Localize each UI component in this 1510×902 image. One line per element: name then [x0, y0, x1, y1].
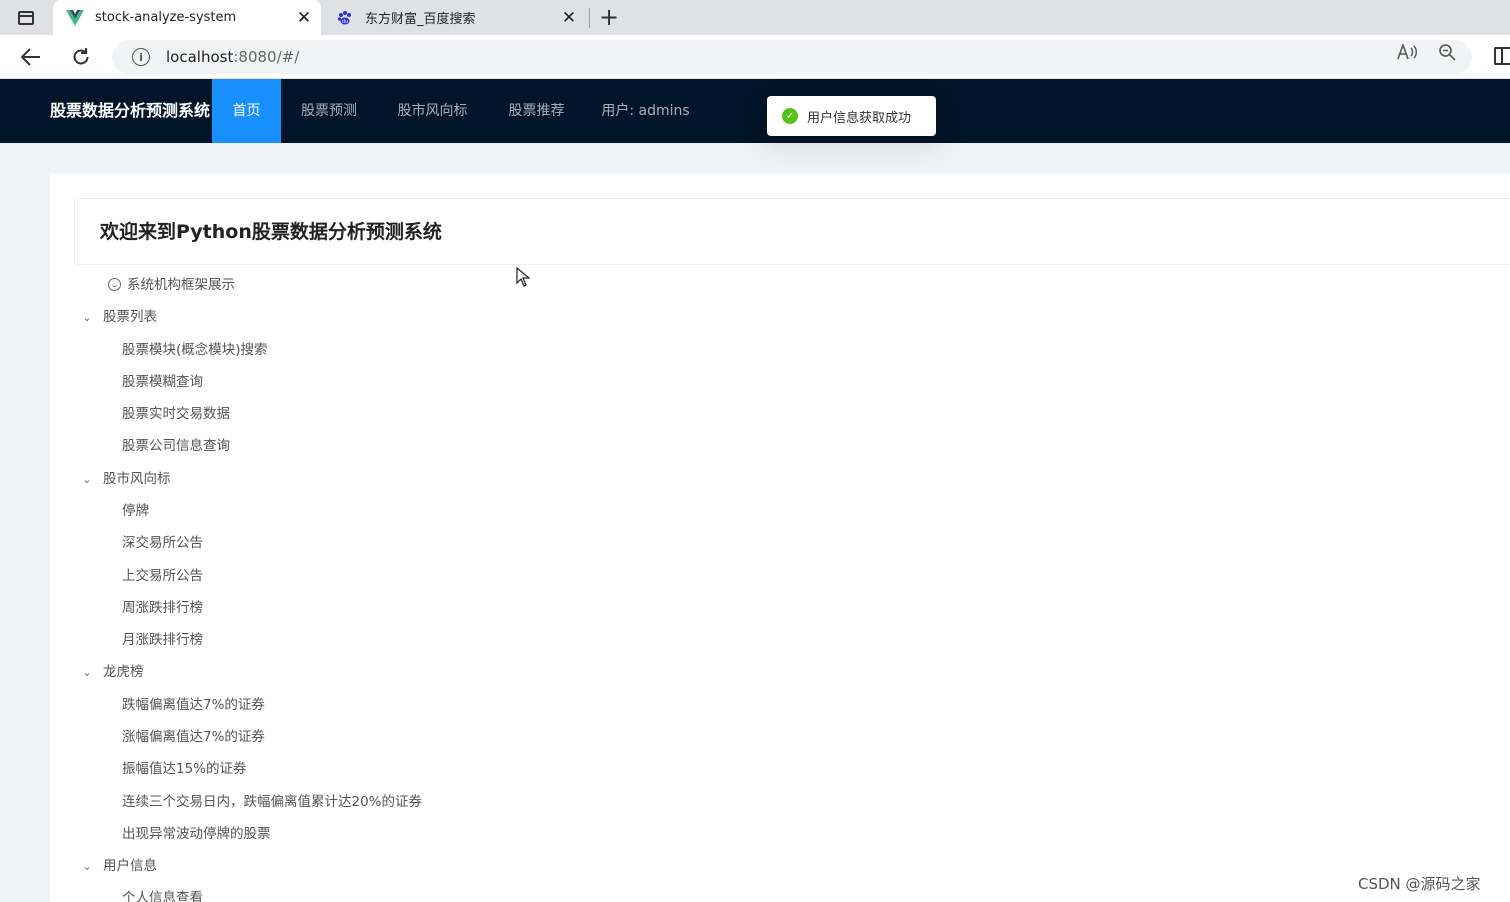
url-field[interactable]: i localhost:8080/#/	[112, 40, 1472, 74]
tree-leaf[interactable]: 涨幅偏离值达7%的证券	[122, 725, 265, 749]
app-header: 股票数据分析预测系统 首页 股票预测 股市风向标 股票推荐 用户: admins	[0, 79, 1510, 143]
menu-item-stock-prediction[interactable]: 股票预测	[281, 79, 377, 143]
baidu-paw-icon: du	[335, 9, 355, 27]
welcome-card: 欢迎来到Python股票数据分析预测系统	[74, 198, 1510, 265]
tree-leaf[interactable]: 股票实时交易数据	[122, 402, 230, 426]
menu-item-market-indicator[interactable]: 股市风向标	[377, 79, 488, 143]
chevron-down-icon[interactable]: ⌄	[81, 468, 93, 492]
tree-root-node[interactable]: 系统机构框架展示	[108, 273, 235, 297]
chevron-down-icon[interactable]: ⌄	[81, 661, 93, 685]
tree-leaf[interactable]: 个人信息查看	[122, 886, 203, 902]
menu-item-stock-recommend[interactable]: 股票推荐	[488, 79, 585, 143]
tab-baidu-search[interactable]: du 东方财富_百度搜索 ✕	[323, 0, 586, 35]
tree-leaf[interactable]: 股票模块(概念模块)搜索	[122, 338, 268, 362]
zoom-out-icon[interactable]	[1436, 42, 1458, 62]
menu-item-home[interactable]: 首页	[212, 79, 281, 143]
mouse-cursor-icon	[516, 267, 530, 287]
tab-separator	[589, 8, 590, 28]
tree-leaf[interactable]: 股票公司信息查询	[122, 434, 230, 458]
tree-group-market-indicator[interactable]: ⌄ 股市风向标	[81, 467, 170, 492]
app-logo: 股票数据分析预测系统	[50, 101, 211, 120]
browser-tab-bar: stock-analyze-system ✕ du 东方财富_百度搜索 ✕ +	[0, 0, 1510, 35]
tab-title: 东方财富_百度搜索	[365, 12, 476, 27]
site-info-icon[interactable]: i	[132, 48, 150, 66]
chevron-down-icon[interactable]: ⌄	[81, 855, 93, 879]
tree-leaf[interactable]: 周涨跌排行榜	[122, 596, 203, 620]
tree-leaf[interactable]: 出现异常波动停牌的股票	[122, 822, 271, 846]
browser-address-bar: i localhost:8080/#/	[0, 35, 1510, 79]
close-icon[interactable]: ✕	[293, 7, 315, 29]
close-icon[interactable]: ✕	[558, 7, 580, 29]
reload-icon[interactable]	[67, 43, 95, 71]
back-arrow-icon[interactable]	[17, 43, 45, 71]
read-aloud-icon[interactable]	[1396, 42, 1418, 62]
success-toast: ✓ 用户信息获取成功	[767, 96, 936, 136]
split-screen-icon[interactable]	[1494, 47, 1510, 65]
tree-leaf[interactable]: 月涨跌排行榜	[122, 628, 203, 652]
menu-item-user[interactable]: 用户: admins	[585, 79, 706, 143]
check-circle-icon: ✓	[782, 108, 798, 124]
tree-leaf[interactable]: 深交易所公告	[122, 531, 203, 555]
new-tab-plus-icon[interactable]: +	[596, 4, 622, 30]
csdn-watermark: CSDN @源码之家	[1358, 875, 1481, 893]
chevron-down-icon[interactable]: ⌄	[81, 306, 93, 330]
tab-stock-analyze-system[interactable]: stock-analyze-system ✕	[53, 0, 321, 35]
page-title: 欢迎来到Python股票数据分析预测系统	[100, 221, 442, 243]
tree-leaf[interactable]: 股票模糊查询	[122, 370, 203, 394]
tree-leaf[interactable]: 停牌	[122, 499, 149, 523]
url-text: localhost:8080/#/	[166, 48, 300, 66]
smile-icon	[108, 278, 121, 291]
toast-message: 用户信息获取成功	[807, 110, 912, 126]
tree-group-stock-list[interactable]: ⌄ 股票列表	[81, 305, 157, 329]
tree-leaf[interactable]: 连续三个交易日内，跌幅偏离值累计达20%的证券	[122, 790, 422, 814]
tab-actions-icon[interactable]	[12, 6, 40, 30]
tree-group-user-info[interactable]: ⌄ 用户信息	[81, 854, 157, 878]
vue-icon	[65, 9, 85, 27]
tree-leaf[interactable]: 上交易所公告	[122, 564, 203, 588]
svg-text:du: du	[342, 19, 348, 25]
tab-title: stock-analyze-system	[95, 10, 237, 25]
tree-leaf[interactable]: 跌幅偏离值达7%的证券	[122, 693, 265, 717]
tree-group-dragon-tiger[interactable]: ⌄ 龙虎榜	[81, 660, 143, 685]
tree-leaf[interactable]: 振幅值达15%的证券	[122, 757, 247, 781]
